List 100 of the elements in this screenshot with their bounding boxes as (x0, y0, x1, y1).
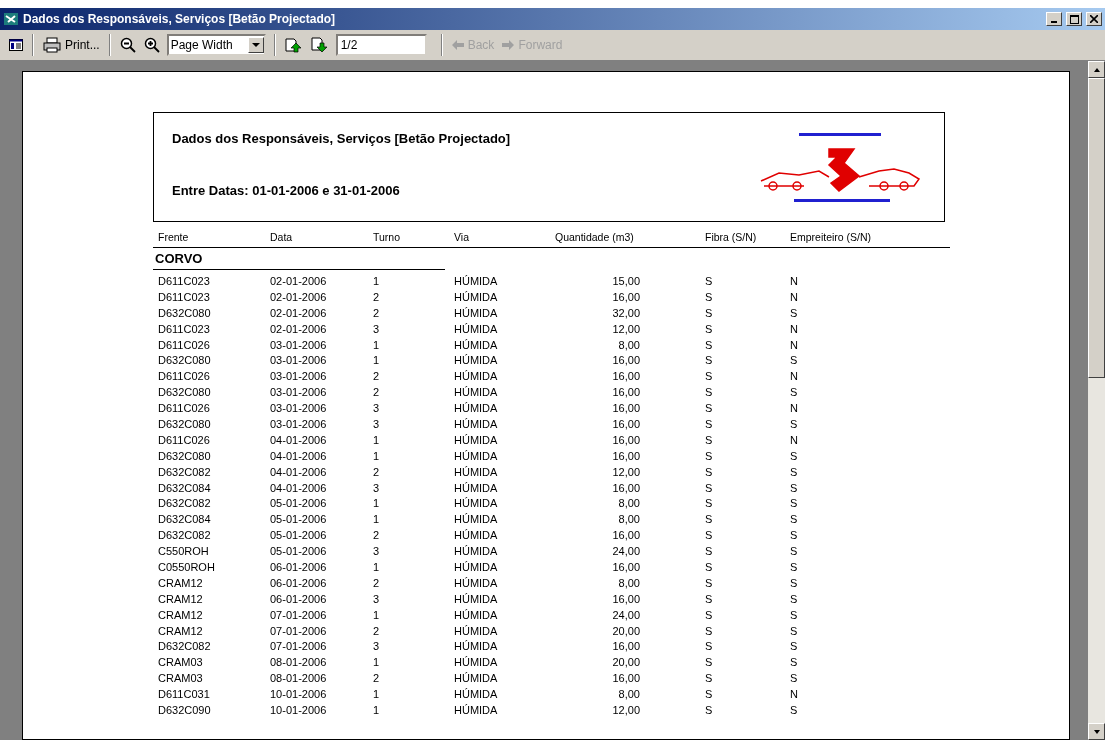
table-cell-text: HÚMIDA (454, 576, 499, 589)
table-cell-text: 02-01-2006 (270, 290, 328, 303)
table-cell-text: S (705, 560, 714, 573)
page-number-field[interactable]: 1/2 (335, 34, 427, 56)
scroll-thumb[interactable] (1088, 78, 1105, 378)
app-icon (3, 12, 19, 26)
column-header: Turno (373, 231, 402, 243)
toggle-tree-button[interactable] (8, 38, 24, 52)
table-cell-text: N (790, 274, 799, 287)
table-cell-text: 8,00 (617, 497, 640, 510)
table-cell-text: HÚMIDA (454, 354, 499, 367)
table-cell-text: HÚMIDA (454, 322, 499, 335)
table-cell-text: D611C026 (158, 433, 211, 446)
scroll-down-button[interactable] (1088, 723, 1105, 740)
table-cell-text: 1 (373, 354, 381, 367)
table-cell-text: D611C026 (158, 338, 211, 351)
table-cell-text: D611C031 (158, 688, 211, 701)
table-cell-text: 1 (373, 274, 381, 287)
table-cell-text: N (790, 370, 799, 383)
table-cell-text: D632C080 (158, 449, 212, 462)
table-cell-text: D632C080 (158, 386, 212, 399)
table-cell-text: 1 (373, 338, 381, 351)
table-cell-text: 05-01-2006 (270, 529, 328, 542)
table-cell-text: 3 (373, 640, 381, 653)
table-cell-text: 24,00 (611, 608, 640, 621)
table-cell-text: S (705, 529, 714, 542)
table-cell-text: S (705, 417, 714, 430)
table-cell-text: HÚMIDA (454, 306, 499, 319)
table-cell-text: 8,00 (617, 338, 640, 351)
table-cell-text: 8,00 (617, 688, 640, 701)
table-cell-text: 16,00 (611, 560, 640, 573)
table-cell-text: D632C080 (158, 306, 212, 319)
page-down-arrow-icon (310, 37, 329, 53)
table-cell-text: D632C082 (158, 529, 212, 542)
zoom-out-button[interactable] (118, 36, 137, 54)
table-cell-text: HÚMIDA (454, 402, 499, 415)
table-cell-text: S (705, 672, 714, 685)
group-heading: CORVO (153, 248, 445, 270)
report-title: Dados dos Responsáveis, Serviços [Betão Projectado] (172, 131, 511, 146)
table-cell-text: D611C023 (158, 290, 211, 303)
table-cell-text: 16,00 (611, 481, 640, 494)
table-cell-text: 07-01-2006 (270, 608, 328, 621)
table-cell-text: 12,00 (611, 465, 640, 478)
table-cell-text: 16,00 (611, 672, 640, 685)
table-cell-text: 10-01-2006 (270, 704, 328, 716)
scroll-up-button[interactable] (1088, 61, 1105, 78)
table-cell-text: S (705, 306, 714, 319)
table-cell-text: D632C082 (158, 640, 212, 653)
table-cell-text: S (790, 624, 799, 637)
print-button[interactable]: Print... (42, 36, 101, 54)
minimize-button[interactable] (1046, 12, 1062, 26)
close-icon (1090, 15, 1098, 23)
table-cell-text: S (790, 656, 799, 669)
table-cell-text: 10-01-2006 (270, 688, 328, 701)
maximize-button[interactable] (1066, 12, 1082, 26)
table-cell-text: S (790, 465, 799, 478)
table-cell-text: 3 (373, 402, 381, 415)
table-cell-text: S (705, 624, 714, 637)
table-cell-text: 16,00 (611, 354, 640, 367)
table-cell-text: 1 (373, 513, 381, 526)
table-cell-text: D632C082 (158, 465, 212, 478)
table-cell-text: HÚMIDA (454, 529, 499, 542)
table-cell-text: D611C023 (158, 274, 211, 287)
table-cell-text: S (790, 449, 799, 462)
table-cell-text: HÚMIDA (454, 497, 499, 510)
previous-page-button[interactable] (283, 36, 304, 54)
table-cell-text: 03-01-2006 (270, 370, 328, 383)
table-cell-text: 20,00 (611, 624, 640, 637)
table-cell-text: S (705, 465, 714, 478)
table-cell-text: S (790, 576, 799, 589)
table-cell-text: N (790, 322, 799, 335)
table-cell-text: 20,00 (611, 656, 640, 669)
table-cell-text: HÚMIDA (454, 433, 499, 446)
table-cell-text: S (705, 592, 714, 605)
zoom-in-button[interactable] (142, 36, 161, 54)
table-cell-text: S (790, 704, 799, 716)
next-page-button[interactable] (309, 36, 330, 54)
table-cell-text: S (705, 576, 714, 589)
table-cell-text: 06-01-2006 (270, 560, 328, 573)
table-cell-text: S (790, 306, 799, 319)
table-cell-text: 24,00 (611, 545, 640, 558)
zoom-dropdown[interactable]: Page Width (166, 34, 266, 56)
table-cell-text: 3 (373, 322, 381, 335)
table-cell-text: 03-01-2006 (270, 338, 328, 351)
table-cell-text: D611C026 (158, 402, 211, 415)
table-cell-text: S (705, 370, 714, 383)
table-cell-text: S (705, 545, 714, 558)
close-button[interactable] (1086, 12, 1102, 26)
table-cell-text: CRAM03 (158, 656, 204, 669)
table-cell-text: HÚMIDA (454, 688, 499, 701)
table-cell-text: HÚMIDA (454, 560, 499, 573)
page-up-arrow-icon (284, 37, 303, 53)
date-range: Entre Datas: 01-01-2006 e 31-01-2006 (172, 183, 401, 198)
table-cell-text: 04-01-2006 (270, 449, 328, 462)
table-cell-text: N (790, 290, 799, 303)
column-header: Data (270, 231, 294, 243)
vertical-scrollbar[interactable] (1088, 61, 1105, 740)
panel-icon (9, 39, 23, 51)
table-cell-text: HÚMIDA (454, 417, 499, 430)
table-cell-text: S (705, 290, 714, 303)
